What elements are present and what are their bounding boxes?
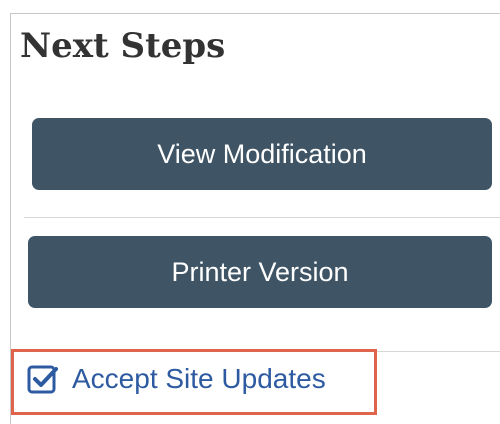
- view-modification-button[interactable]: View Modification: [32, 118, 492, 190]
- divider: [24, 217, 500, 218]
- accept-site-updates-link[interactable]: Accept Site Updates: [26, 362, 326, 396]
- panel-title: Next Steps: [20, 26, 226, 66]
- accept-site-updates-label: Accept Site Updates: [72, 363, 326, 394]
- checkbox-check-icon: [26, 362, 60, 396]
- top-bar: [0, 0, 500, 14]
- printer-version-button[interactable]: Printer Version: [28, 236, 492, 308]
